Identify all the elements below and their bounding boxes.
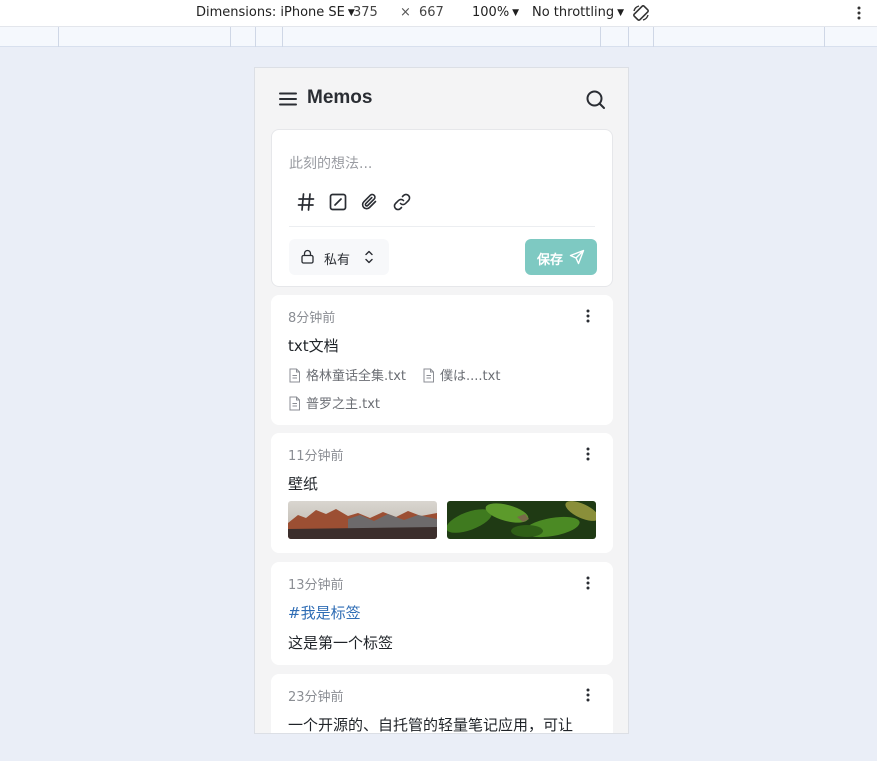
save-button-label: 保存 bbox=[537, 253, 564, 268]
more-options-icon[interactable] bbox=[583, 575, 593, 591]
search-icon[interactable] bbox=[585, 89, 606, 110]
link-icon[interactable] bbox=[392, 192, 412, 212]
memo-timestamp: 13分钟前 bbox=[288, 578, 344, 593]
attachment-file[interactable]: 僕は....txt bbox=[422, 365, 500, 384]
times-symbol: × bbox=[400, 5, 411, 20]
memo-timestamp: 23分钟前 bbox=[288, 690, 344, 705]
devtools-more-icon[interactable] bbox=[855, 4, 863, 22]
attachment-name: 格林童话全集.txt bbox=[306, 369, 407, 384]
ruler-segment bbox=[628, 27, 629, 47]
file-icon bbox=[289, 368, 300, 383]
zoom-dropdown[interactable]: 100% ▼ bbox=[472, 5, 519, 20]
memo-card: 11分钟前 壁纸 bbox=[271, 433, 613, 553]
memo-card: 23分钟前 一个开源的、自托管的轻量笔记应用，可让 bbox=[271, 674, 613, 734]
file-icon bbox=[423, 368, 434, 383]
visibility-label: 私有 bbox=[324, 253, 351, 268]
save-button[interactable]: 保存 bbox=[525, 239, 597, 275]
throttling-label: No throttling bbox=[532, 5, 615, 20]
memo-editor: 此刻的想法... 私有 保存 bbox=[271, 129, 613, 287]
more-options-icon[interactable] bbox=[583, 308, 593, 324]
rotate-icon[interactable] bbox=[631, 3, 651, 23]
attachment-file[interactable]: 普罗之主.txt bbox=[288, 393, 380, 412]
send-icon bbox=[569, 249, 585, 265]
caret-down-icon: ▼ bbox=[617, 8, 624, 18]
device-viewport: Memos 此刻的想法... 私有 保存 8分钟前 txt文档 格林童话全集.t… bbox=[254, 67, 629, 734]
zoom-label: 100% bbox=[472, 5, 510, 20]
memo-timestamp: 11分钟前 bbox=[288, 449, 344, 464]
mountain-landscape-image[interactable] bbox=[288, 501, 437, 539]
throttling-dropdown[interactable]: No throttling ▼ bbox=[532, 5, 624, 20]
green-leaves-image[interactable] bbox=[447, 501, 596, 539]
menu-icon[interactable] bbox=[279, 90, 297, 108]
memo-timestamp: 8分钟前 bbox=[288, 311, 336, 326]
height-input[interactable]: 667 bbox=[419, 5, 444, 20]
device-dimensions-label: Dimensions: iPhone SE bbox=[196, 5, 345, 20]
ruler-segment bbox=[824, 27, 825, 47]
media-query-ruler bbox=[0, 27, 877, 47]
memo-content: 一个开源的、自托管的轻量笔记应用，可让 bbox=[288, 716, 574, 734]
caret-down-icon: ▼ bbox=[512, 8, 520, 18]
attachment-name: 僕は....txt bbox=[440, 369, 501, 384]
ruler-segment bbox=[255, 27, 256, 47]
devtools-device-toolbar: Dimensions: iPhone SE ▼ 375 × 667 100% ▼ N… bbox=[0, 0, 877, 27]
divider bbox=[289, 226, 595, 227]
chevron-up-down-icon bbox=[365, 250, 373, 264]
hashtag-icon[interactable] bbox=[296, 192, 316, 212]
device-dimensions-dropdown[interactable]: Dimensions: iPhone SE ▼ bbox=[196, 5, 355, 20]
attachment-file[interactable]: 格林童话全集.txt bbox=[288, 365, 406, 384]
ruler-segment bbox=[600, 27, 601, 47]
checkbox-icon[interactable] bbox=[328, 192, 348, 212]
memo-content: 壁纸 bbox=[288, 475, 319, 493]
ruler-segment bbox=[653, 27, 654, 47]
width-input[interactable]: 375 bbox=[353, 5, 378, 20]
memo-card: 13分钟前 #我是标签 这是第一个标签 bbox=[271, 562, 613, 665]
app-header: Memos bbox=[255, 68, 628, 128]
memo-input[interactable]: 此刻的想法... bbox=[289, 153, 372, 173]
more-options-icon[interactable] bbox=[583, 446, 593, 462]
visibility-selector[interactable]: 私有 bbox=[289, 239, 389, 275]
more-options-icon[interactable] bbox=[583, 687, 593, 703]
ruler-segment bbox=[230, 27, 231, 47]
memo-card: 8分钟前 txt文档 格林童话全集.txt 僕は....txt 普罗之主.txt bbox=[271, 295, 613, 425]
memo-tag[interactable]: #我是标签 bbox=[288, 602, 361, 623]
file-icon bbox=[289, 396, 300, 411]
memo-content: 这是第一个标签 bbox=[288, 634, 394, 652]
memo-content: txt文档 bbox=[288, 337, 339, 355]
ruler-segment bbox=[282, 27, 283, 47]
app-title: Memos bbox=[307, 87, 373, 108]
attachment-name: 普罗之主.txt bbox=[306, 397, 381, 412]
lock-icon bbox=[301, 249, 314, 264]
attachment-icon[interactable] bbox=[360, 192, 380, 212]
ruler-segment bbox=[58, 27, 59, 47]
